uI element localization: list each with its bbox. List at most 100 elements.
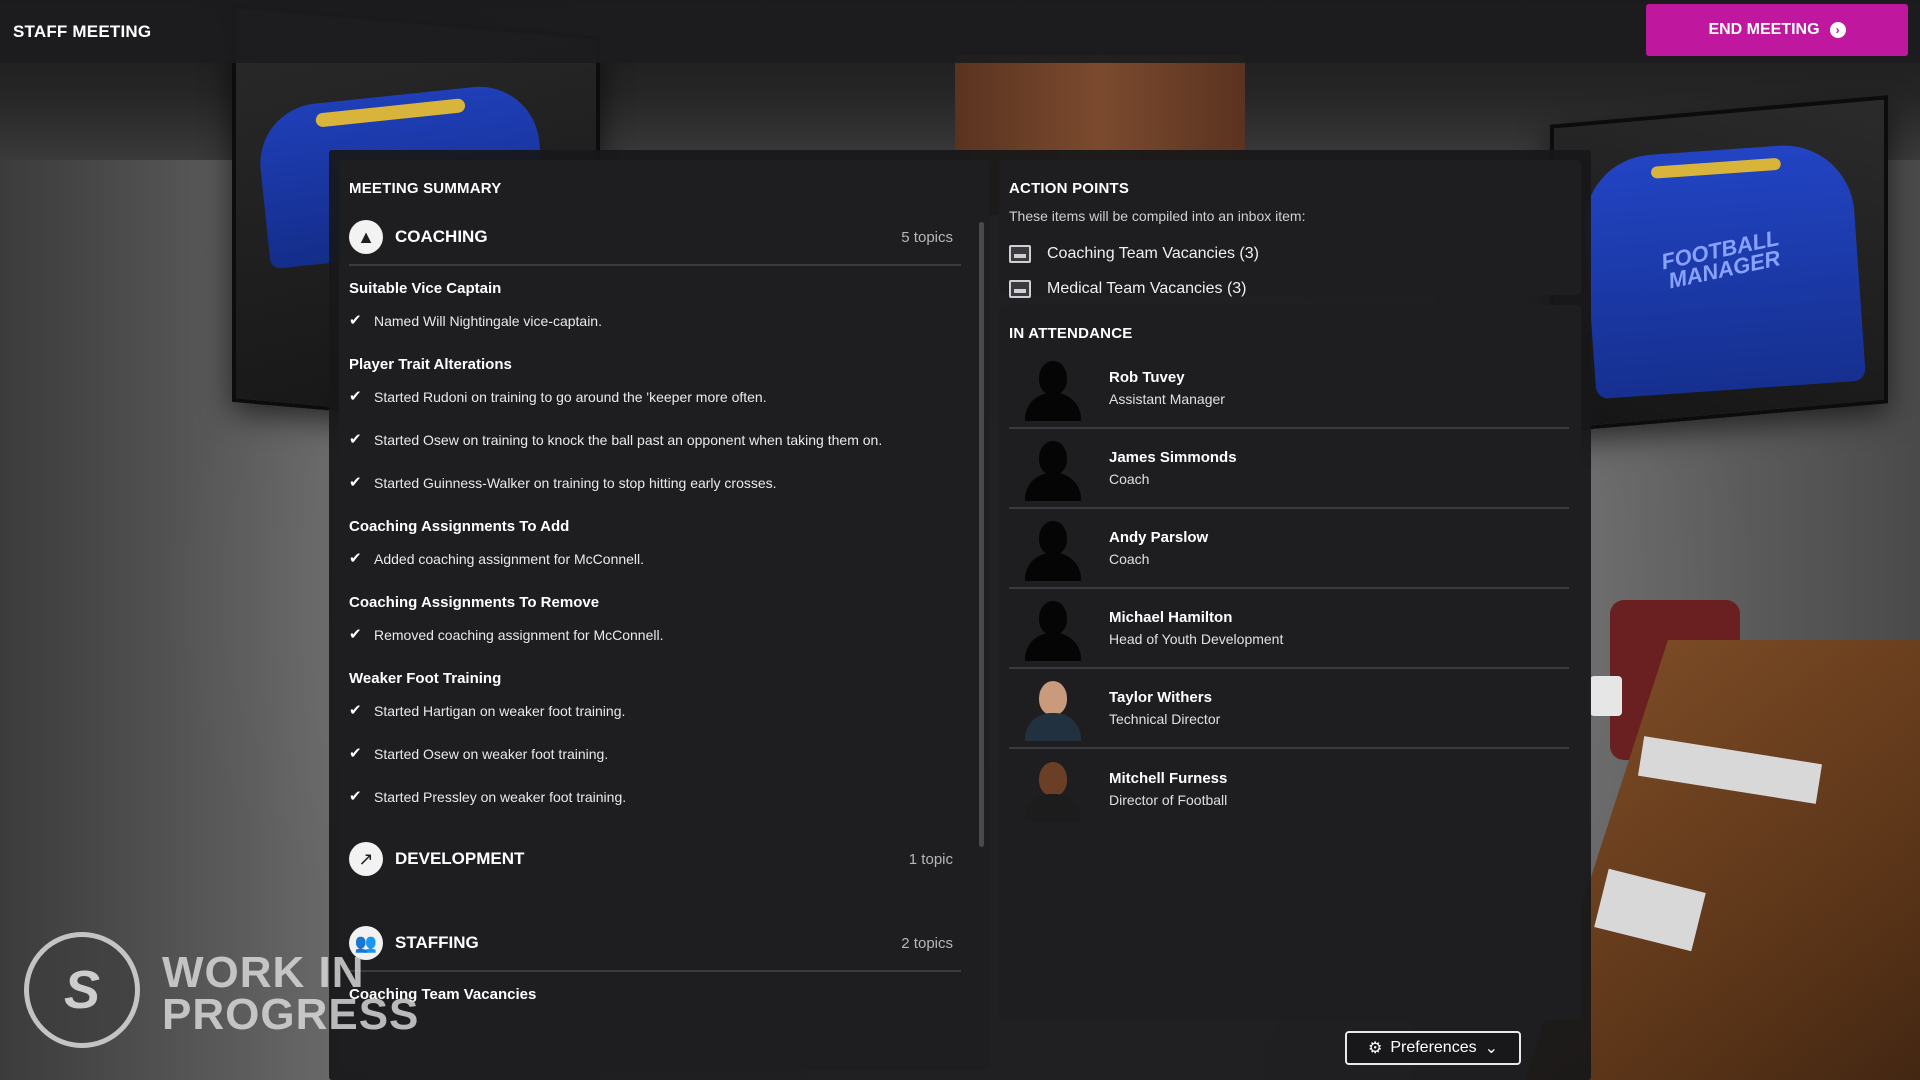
end-meeting-button[interactable]: END MEETING ›	[1646, 4, 1908, 56]
attendee-role: Coach	[1109, 551, 1150, 567]
check-icon: ✔	[349, 388, 362, 405]
end-meeting-label: END MEETING	[1708, 21, 1820, 38]
list-item: ✔ Started Hartigan on weaker foot traini…	[349, 702, 961, 720]
watermark-line2: PROGRESS	[162, 990, 420, 1039]
check-icon: ✔	[349, 312, 362, 329]
check-icon: ✔	[349, 745, 362, 762]
check-icon: ✔	[349, 626, 362, 643]
attendee-row[interactable]: Andy Parslow Coach	[1009, 509, 1569, 589]
list-item: ✔ Started Pressley on weaker foot traini…	[349, 788, 961, 806]
check-icon: ✔	[349, 702, 362, 719]
growth-icon: ↗	[349, 842, 383, 876]
list-item: ✔ Started Osew on training to knock the …	[349, 431, 961, 449]
top-bar: STAFF MEETING END MEETING ›	[0, 0, 1920, 63]
meeting-panel: MEETING SUMMARY ▲ COACHING 5 topics Suit…	[329, 150, 1591, 1080]
attendee-row[interactable]: Rob Tuvey Assistant Manager	[1009, 349, 1569, 429]
list-item: ✔ Named Will Nightingale vice-captain.	[349, 312, 961, 330]
attendee-role: Head of Youth Development	[1109, 631, 1284, 647]
item-text: Added coaching assignment for McConnell.	[374, 551, 645, 567]
action-point-label: Medical Team Vacancies (3)	[1047, 279, 1247, 297]
attendee-role: Director of Football	[1109, 792, 1228, 808]
group-count: 2 topics	[901, 934, 953, 952]
inbox-icon	[1009, 279, 1031, 298]
item-text: Started Hartigan on weaker foot training…	[374, 703, 626, 719]
avatar	[1023, 675, 1083, 741]
action-points: ACTION POINTS These items will be compil…	[999, 160, 1581, 298]
list-item: ✔ Started Rudoni on training to go aroun…	[349, 388, 961, 406]
action-point-label: Coaching Team Vacancies (3)	[1047, 244, 1259, 262]
action-point-item[interactable]: Coaching Team Vacancies (3)	[1009, 236, 1259, 271]
list-item: ✔ Started Osew on weaker foot training.	[349, 745, 961, 763]
topic-title: Suitable Vice Captain	[349, 280, 502, 297]
attendee-name[interactable]: Taylor Withers	[1109, 689, 1220, 706]
topic-title: Coaching Assignments To Remove	[349, 594, 600, 611]
attendee-name[interactable]: Rob Tuvey	[1109, 369, 1225, 386]
check-icon: ✔	[349, 474, 362, 491]
attendee-name[interactable]: Andy Parslow	[1109, 529, 1208, 546]
avatar	[1023, 756, 1083, 822]
item-text: Started Guinness-Walker on training to s…	[374, 475, 777, 491]
screen-title: STAFF MEETING	[13, 22, 152, 41]
list-item: ✔ Started Guinness-Walker on training to…	[349, 474, 961, 492]
preferences-button[interactable]: ⚙ Preferences ⌄	[1345, 1031, 1521, 1065]
action-points-title: ACTION POINTS	[1009, 180, 1130, 197]
attendee-role: Technical Director	[1109, 711, 1221, 727]
group-count: 1 topic	[908, 850, 953, 868]
action-point-item[interactable]: Medical Team Vacancies (3)	[1009, 271, 1259, 306]
topic-title: Player Trait Alterations	[349, 356, 512, 373]
avatar	[1023, 435, 1083, 501]
whistle-icon: ▲	[349, 220, 383, 254]
item-text: Started Rudoni on training to go around …	[374, 389, 767, 405]
preferences-label: Preferences	[1390, 1039, 1477, 1056]
item-text: Removed coaching assignment for McConnel…	[374, 627, 664, 643]
group-header-staffing[interactable]: 👥 STAFFING 2 topics	[349, 916, 961, 972]
chevron-down-icon: ⌄	[1484, 1040, 1498, 1057]
gear-icon: ⚙	[1367, 1040, 1383, 1057]
action-points-subtitle: These items will be compiled into an inb…	[1009, 208, 1306, 224]
arrow-right-icon: ›	[1829, 22, 1846, 38]
check-icon: ✔	[349, 550, 362, 567]
item-text: Started Pressley on weaker foot training…	[374, 789, 627, 805]
attendee-name[interactable]: Michael Hamilton	[1109, 609, 1283, 626]
group-name: DEVELOPMENT	[395, 849, 525, 868]
shirt-brand: FOOTBALL MANAGER	[1658, 225, 1783, 294]
group-name: COACHING	[395, 227, 488, 246]
meeting-summary: MEETING SUMMARY ▲ COACHING 5 topics Suit…	[339, 160, 989, 1070]
topic-title: Coaching Assignments To Add	[349, 518, 570, 535]
attendance-list: Rob Tuvey Assistant Manager James Simmon…	[1009, 349, 1569, 829]
inbox-icon	[1009, 244, 1031, 263]
group-header-coaching[interactable]: ▲ COACHING 5 topics	[349, 210, 961, 266]
list-item: ✔ Removed coaching assignment for McConn…	[349, 626, 961, 644]
topic-title: Coaching Team Vacancies	[349, 986, 537, 1003]
summary-scroll-area[interactable]: ▲ COACHING 5 topics Suitable Vice Captai…	[349, 210, 961, 1070]
attendee-role: Assistant Manager	[1109, 391, 1225, 407]
group-name: STAFFING	[395, 933, 479, 952]
group-header-development[interactable]: ↗ DEVELOPMENT 1 topic	[349, 832, 961, 886]
list-item: ✔ Added coaching assignment for McConnel…	[349, 550, 961, 568]
avatar	[1023, 355, 1083, 421]
attendee-row[interactable]: Taylor Withers Technical Director	[1009, 669, 1569, 749]
attendee-name[interactable]: Mitchell Furness	[1109, 770, 1227, 787]
check-icon: ✔	[349, 788, 362, 805]
item-text: Started Osew on training to knock the ba…	[374, 432, 883, 448]
attendance-title: IN ATTENDANCE	[1009, 325, 1133, 342]
attendee-row[interactable]: Michael Hamilton Head of Youth Developme…	[1009, 589, 1569, 669]
sports-interactive-logo: S	[24, 932, 140, 1048]
avatar	[1023, 515, 1083, 581]
action-points-list: Coaching Team Vacancies (3) Medical Team…	[1009, 236, 1259, 306]
group-count: 5 topics	[901, 228, 953, 246]
avatar	[1023, 595, 1083, 661]
shirt-right: FOOTBALL MANAGER	[1579, 140, 1867, 400]
summary-scrollbar[interactable]	[979, 222, 984, 847]
in-attendance: IN ATTENDANCE Rob Tuvey Assistant Manage…	[999, 305, 1581, 1020]
summary-title: MEETING SUMMARY	[349, 180, 502, 197]
attendee-name[interactable]: James Simmonds	[1109, 449, 1237, 466]
item-text: Started Osew on weaker foot training.	[374, 746, 609, 762]
attendee-row[interactable]: Mitchell Furness Director of Football	[1009, 749, 1569, 829]
watermark-line1: WORK IN	[162, 948, 365, 997]
mug	[1590, 676, 1622, 716]
attendee-row[interactable]: James Simmonds Coach	[1009, 429, 1569, 509]
attendee-role: Coach	[1109, 471, 1150, 487]
check-icon: ✔	[349, 431, 362, 448]
item-text: Named Will Nightingale vice-captain.	[374, 313, 602, 329]
